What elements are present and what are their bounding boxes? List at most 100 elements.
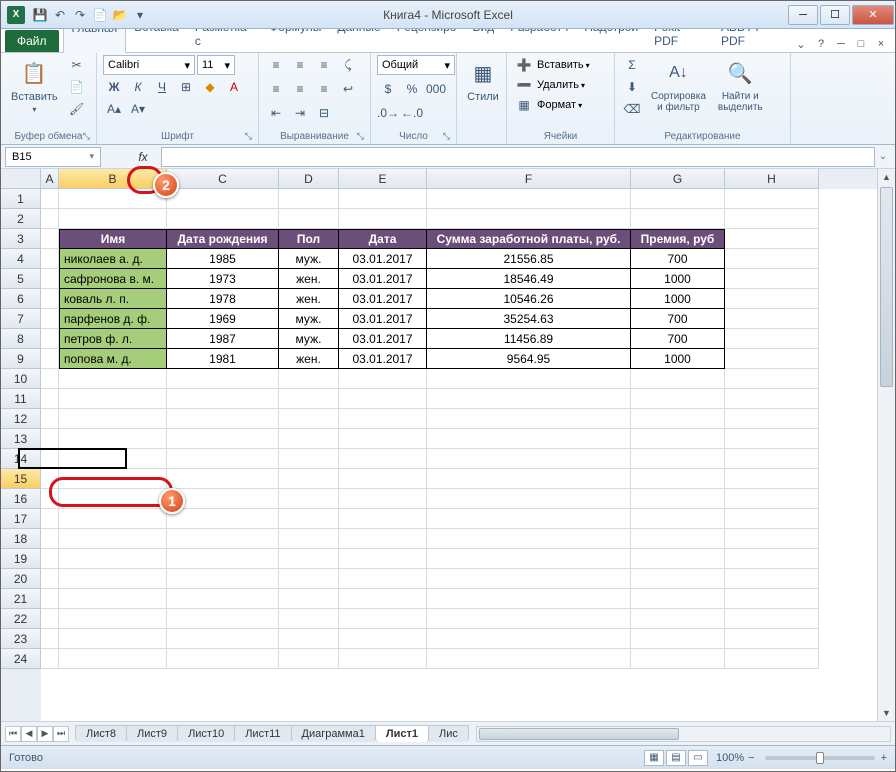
font-size-select[interactable]: 11▾: [197, 55, 235, 75]
align-middle-button[interactable]: ≡: [289, 55, 311, 75]
cell-D22[interactable]: [279, 609, 339, 629]
align-center-button[interactable]: ≡: [289, 79, 311, 99]
cell-B6[interactable]: коваль л. п.: [59, 289, 167, 309]
align-right-button[interactable]: ≡: [313, 79, 335, 99]
cell-F10[interactable]: [427, 369, 631, 389]
file-tab[interactable]: Файл: [5, 30, 59, 52]
row-header-5[interactable]: 5: [1, 269, 41, 289]
cell-A12[interactable]: [41, 409, 59, 429]
cell-D4[interactable]: муж.: [279, 249, 339, 269]
cell-F14[interactable]: [427, 449, 631, 469]
cell-E5[interactable]: 03.01.2017: [339, 269, 427, 289]
fill-button[interactable]: ⬇: [621, 77, 643, 97]
align-left-button[interactable]: ≡: [265, 79, 287, 99]
cell-H7[interactable]: [725, 309, 819, 329]
cell-G23[interactable]: [631, 629, 725, 649]
cell-G22[interactable]: [631, 609, 725, 629]
cell-F21[interactable]: [427, 589, 631, 609]
cell-G6[interactable]: 1000: [631, 289, 725, 309]
cell-E3[interactable]: Дата: [339, 229, 427, 249]
cell-B1[interactable]: [59, 189, 167, 209]
col-header-G[interactable]: G: [631, 169, 725, 189]
cell-A16[interactable]: [41, 489, 59, 509]
cell-F9[interactable]: 9564.95: [427, 349, 631, 369]
insert-cells-button[interactable]: ➕: [513, 55, 535, 75]
cell-C5[interactable]: 1973: [167, 269, 279, 289]
cell-H11[interactable]: [725, 389, 819, 409]
decrease-indent-button[interactable]: ⇤: [265, 103, 287, 123]
cell-A6[interactable]: [41, 289, 59, 309]
cell-A7[interactable]: [41, 309, 59, 329]
cell-F23[interactable]: [427, 629, 631, 649]
cell-E23[interactable]: [339, 629, 427, 649]
cell-E24[interactable]: [339, 649, 427, 669]
cell-B8[interactable]: петров ф. л.: [59, 329, 167, 349]
cell-B21[interactable]: [59, 589, 167, 609]
tab-nav-next[interactable]: ▶: [37, 726, 53, 742]
view-normal-button[interactable]: ▦: [644, 750, 664, 766]
cell-B19[interactable]: [59, 549, 167, 569]
cell-E4[interactable]: 03.01.2017: [339, 249, 427, 269]
cell-F7[interactable]: 35254.63: [427, 309, 631, 329]
maximize-button[interactable]: ☐: [820, 5, 850, 25]
cell-H13[interactable]: [725, 429, 819, 449]
col-header-D[interactable]: D: [279, 169, 339, 189]
cell-B15[interactable]: [59, 469, 167, 489]
cell-F22[interactable]: [427, 609, 631, 629]
cut-button[interactable]: ✂: [66, 55, 88, 75]
number-format-select[interactable]: Общий▾: [377, 55, 455, 75]
cell-D21[interactable]: [279, 589, 339, 609]
cell-H14[interactable]: [725, 449, 819, 469]
merge-button[interactable]: ⊟: [313, 103, 335, 123]
cell-F24[interactable]: [427, 649, 631, 669]
cell-G19[interactable]: [631, 549, 725, 569]
cell-E17[interactable]: [339, 509, 427, 529]
cell-A18[interactable]: [41, 529, 59, 549]
cell-H23[interactable]: [725, 629, 819, 649]
cell-G17[interactable]: [631, 509, 725, 529]
cell-A14[interactable]: [41, 449, 59, 469]
row-header-22[interactable]: 22: [1, 609, 41, 629]
zoom-slider[interactable]: [765, 756, 875, 760]
cell-E2[interactable]: [339, 209, 427, 229]
cell-B7[interactable]: парфенов д. ф.: [59, 309, 167, 329]
cell-F8[interactable]: 11456.89: [427, 329, 631, 349]
cell-F15[interactable]: [427, 469, 631, 489]
cell-G14[interactable]: [631, 449, 725, 469]
format-painter-button[interactable]: 🖌: [66, 99, 88, 119]
help-icon[interactable]: ?: [813, 36, 829, 52]
cell-B11[interactable]: [59, 389, 167, 409]
cell-G16[interactable]: [631, 489, 725, 509]
cell-D20[interactable]: [279, 569, 339, 589]
cell-H1[interactable]: [725, 189, 819, 209]
qat-open[interactable]: 📂: [111, 6, 129, 24]
cell-C4[interactable]: 1985: [167, 249, 279, 269]
sheet-tab-4[interactable]: Диаграмма1: [291, 725, 376, 742]
cell-H12[interactable]: [725, 409, 819, 429]
cell-G20[interactable]: [631, 569, 725, 589]
cell-E15[interactable]: [339, 469, 427, 489]
copy-button[interactable]: 📄: [66, 77, 88, 97]
cell-E22[interactable]: [339, 609, 427, 629]
cell-D9[interactable]: жен.: [279, 349, 339, 369]
cell-E16[interactable]: [339, 489, 427, 509]
row-header-15[interactable]: 15: [1, 469, 41, 489]
cell-A3[interactable]: [41, 229, 59, 249]
cell-A19[interactable]: [41, 549, 59, 569]
row-header-13[interactable]: 13: [1, 429, 41, 449]
cell-E7[interactable]: 03.01.2017: [339, 309, 427, 329]
ribbon-minimize-icon[interactable]: ⌄: [793, 36, 809, 52]
delete-cells-button[interactable]: ➖: [513, 75, 535, 95]
cell-A5[interactable]: [41, 269, 59, 289]
select-all-corner[interactable]: [1, 169, 41, 189]
cell-D6[interactable]: жен.: [279, 289, 339, 309]
wrap-text-button[interactable]: ↩: [337, 79, 359, 99]
cell-H17[interactable]: [725, 509, 819, 529]
cell-D3[interactable]: Пол: [279, 229, 339, 249]
cell-B3[interactable]: Имя: [59, 229, 167, 249]
cell-E12[interactable]: [339, 409, 427, 429]
cell-D24[interactable]: [279, 649, 339, 669]
cell-C17[interactable]: [167, 509, 279, 529]
cell-G21[interactable]: [631, 589, 725, 609]
view-pagebreak-button[interactable]: ▭: [688, 750, 708, 766]
